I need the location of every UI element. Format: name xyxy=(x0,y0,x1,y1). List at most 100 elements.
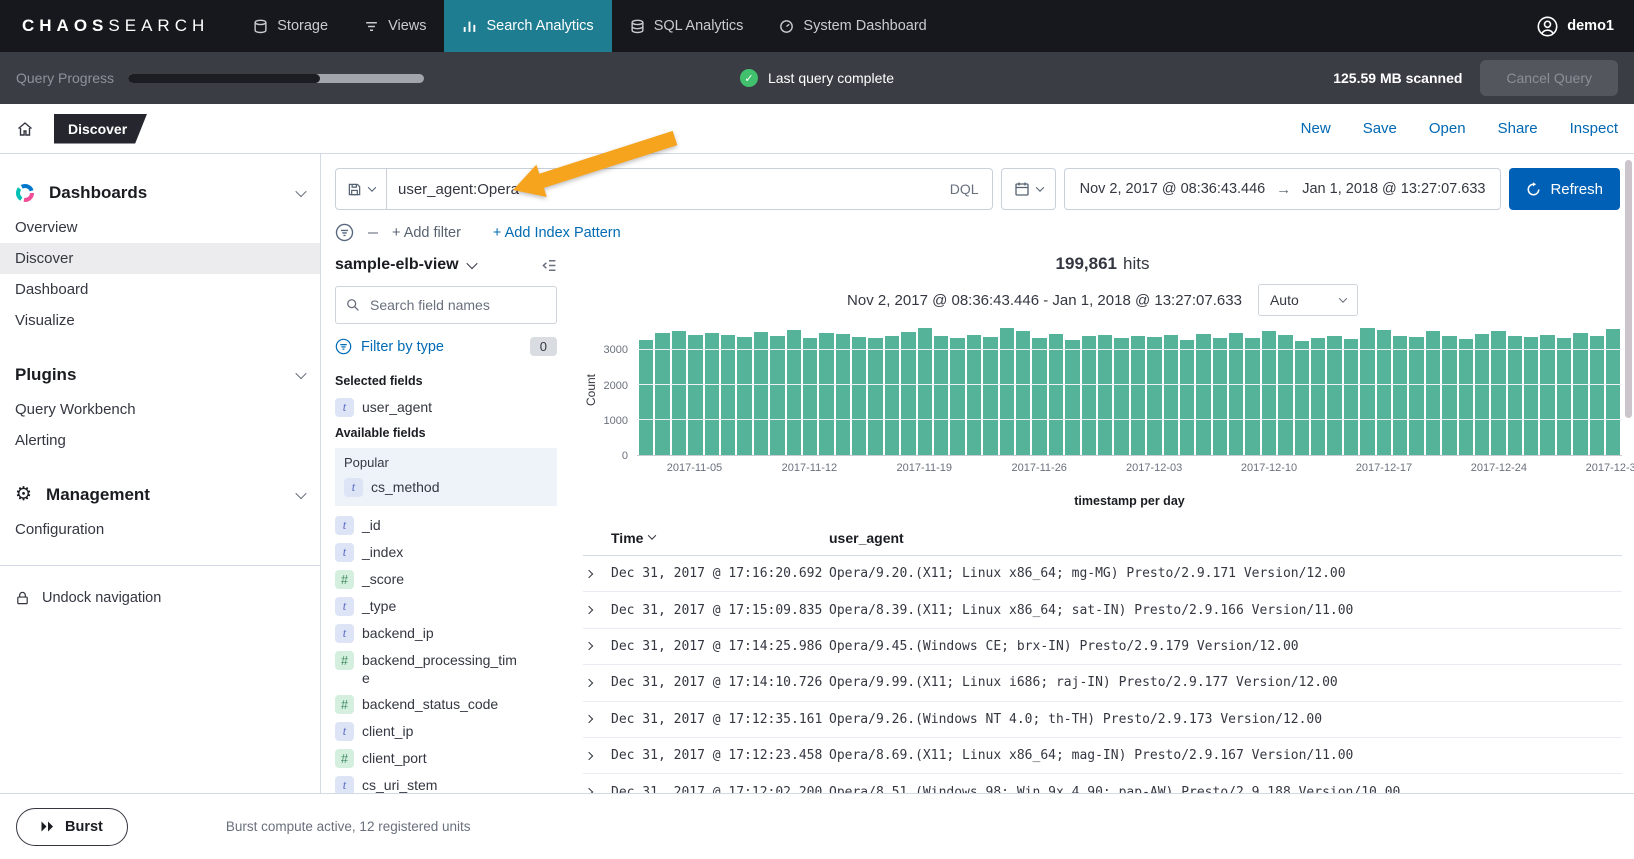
histogram-bar[interactable] xyxy=(918,328,932,455)
histogram-bar[interactable] xyxy=(885,336,899,455)
undock-navigation-button[interactable]: Undock navigation xyxy=(0,582,320,614)
histogram-bar[interactable] xyxy=(1573,333,1587,455)
histogram-bar[interactable] xyxy=(1049,334,1063,455)
histogram-bar[interactable] xyxy=(721,335,735,455)
sidebar-header-plugins[interactable]: Plugins xyxy=(0,356,320,394)
add-filter-button[interactable]: + Add filter xyxy=(392,225,461,241)
field-search-input[interactable] xyxy=(368,296,546,314)
row-expand-button[interactable] xyxy=(583,753,611,759)
nav-system-dashboard[interactable]: System Dashboard xyxy=(761,0,944,52)
field-item[interactable]: #client_port xyxy=(335,745,557,772)
histogram-bar[interactable] xyxy=(737,337,751,455)
field-item[interactable]: t_index xyxy=(335,539,557,566)
histogram-bar[interactable] xyxy=(1245,338,1259,455)
date-range-start[interactable]: Nov 2, 2017 @ 08:36:43.446 xyxy=(1080,181,1266,197)
histogram-bar[interactable] xyxy=(1000,328,1014,456)
histogram-bar[interactable] xyxy=(1278,335,1292,455)
histogram-bar[interactable] xyxy=(1459,339,1473,455)
nav-sql-analytics[interactable]: SQL Analytics xyxy=(612,0,762,52)
histogram-bar[interactable] xyxy=(1393,336,1407,455)
histogram-bar[interactable] xyxy=(1180,340,1194,455)
histogram-bar[interactable] xyxy=(1032,338,1046,455)
field-item[interactable]: t_type xyxy=(335,593,557,620)
refresh-button[interactable]: Refresh xyxy=(1509,168,1620,210)
row-expand-button[interactable] xyxy=(583,643,611,649)
field-item[interactable]: tcs_method xyxy=(344,474,548,501)
save-button[interactable]: Save xyxy=(1363,120,1397,137)
histogram-bar[interactable] xyxy=(688,335,702,455)
user-menu[interactable]: demo1 xyxy=(1517,0,1634,52)
histogram-bar[interactable] xyxy=(1131,336,1145,455)
histogram-bar[interactable] xyxy=(950,338,964,455)
histogram-bar[interactable] xyxy=(1606,329,1620,455)
add-index-pattern-button[interactable]: + Add Index Pattern xyxy=(493,225,621,241)
query-input[interactable] xyxy=(387,181,937,198)
histogram-bar[interactable] xyxy=(1590,336,1604,455)
field-item[interactable]: #backend_processing_time xyxy=(335,647,557,691)
histogram-bar[interactable] xyxy=(1524,337,1538,455)
interval-select[interactable]: Auto xyxy=(1258,284,1358,316)
cancel-query-button[interactable]: Cancel Query xyxy=(1480,60,1618,96)
histogram-bar[interactable] xyxy=(1409,337,1423,455)
histogram-bar[interactable] xyxy=(1442,336,1456,455)
field-item[interactable]: tbackend_ip xyxy=(335,620,557,647)
saved-query-menu-button[interactable] xyxy=(336,169,387,209)
sidebar-item-overview[interactable]: Overview xyxy=(0,212,320,243)
sidebar-item-discover[interactable]: Discover xyxy=(0,243,320,274)
row-expand-button[interactable] xyxy=(583,789,611,793)
histogram-bar[interactable] xyxy=(868,338,882,455)
column-header-user-agent[interactable]: user_agent xyxy=(829,530,904,546)
histogram-bar[interactable] xyxy=(705,333,719,455)
histogram-bar[interactable] xyxy=(852,337,866,455)
histogram-bar[interactable] xyxy=(1295,341,1309,455)
filter-by-type-button[interactable]: Filter by type 0 xyxy=(335,337,557,356)
row-expand-button[interactable] xyxy=(583,607,611,613)
histogram-bar[interactable] xyxy=(1164,335,1178,455)
histogram-bar[interactable] xyxy=(1082,336,1096,455)
histogram-bar[interactable] xyxy=(819,333,833,455)
field-item[interactable]: #_score xyxy=(335,566,557,593)
histogram-bar[interactable] xyxy=(1327,336,1341,455)
date-range-end[interactable]: Jan 1, 2018 @ 13:27:07.633 xyxy=(1302,181,1485,197)
histogram-bar[interactable] xyxy=(1229,333,1243,455)
histogram-bar[interactable] xyxy=(1213,338,1227,455)
histogram-bar[interactable] xyxy=(901,332,915,455)
nav-search-analytics[interactable]: Search Analytics xyxy=(444,0,611,52)
sidebar-item-visualize[interactable]: Visualize xyxy=(0,305,320,336)
row-expand-button[interactable] xyxy=(583,680,611,686)
scrollbar[interactable] xyxy=(1625,160,1632,418)
sidebar-header-dashboards[interactable]: Dashboards xyxy=(0,174,320,212)
row-expand-button[interactable] xyxy=(583,716,611,722)
histogram-bar[interactable] xyxy=(639,340,653,455)
sidebar-item-configuration[interactable]: Configuration xyxy=(0,514,320,545)
burst-button[interactable]: Burst xyxy=(16,808,128,846)
field-item[interactable]: tcs_uri_stem xyxy=(335,772,557,793)
new-button[interactable]: New xyxy=(1301,120,1331,137)
open-button[interactable]: Open xyxy=(1429,120,1466,137)
home-button[interactable] xyxy=(16,120,34,138)
date-picker-menu-button[interactable] xyxy=(1001,168,1056,210)
histogram-bar[interactable] xyxy=(770,336,784,455)
histogram-bar[interactable] xyxy=(1508,336,1522,455)
share-button[interactable]: Share xyxy=(1498,120,1538,137)
row-expand-button[interactable] xyxy=(583,571,611,577)
histogram-bar[interactable] xyxy=(934,336,948,455)
histogram-bar[interactable] xyxy=(983,337,997,455)
sidebar-item-dashboard[interactable]: Dashboard xyxy=(0,274,320,305)
inspect-button[interactable]: Inspect xyxy=(1570,120,1618,137)
sidebar-item-alerting[interactable]: Alerting xyxy=(0,425,320,456)
histogram-bar[interactable] xyxy=(754,332,768,455)
histogram-bar[interactable] xyxy=(1475,334,1489,455)
brand-logo[interactable]: CHAOSSEARCH xyxy=(0,0,235,52)
nav-storage[interactable]: Storage xyxy=(235,0,346,52)
histogram-bar[interactable] xyxy=(1065,340,1079,455)
histogram-bar[interactable] xyxy=(1360,328,1374,455)
histogram-bar[interactable] xyxy=(967,335,981,455)
nav-views[interactable]: Views xyxy=(346,0,444,52)
sidebar-item-query-workbench[interactable]: Query Workbench xyxy=(0,394,320,425)
histogram-bar[interactable] xyxy=(836,334,850,455)
histogram-bar[interactable] xyxy=(1344,339,1358,455)
histogram-bar[interactable] xyxy=(1196,334,1210,455)
field-item[interactable]: t_id xyxy=(335,512,557,539)
histogram-bar[interactable] xyxy=(803,338,817,455)
